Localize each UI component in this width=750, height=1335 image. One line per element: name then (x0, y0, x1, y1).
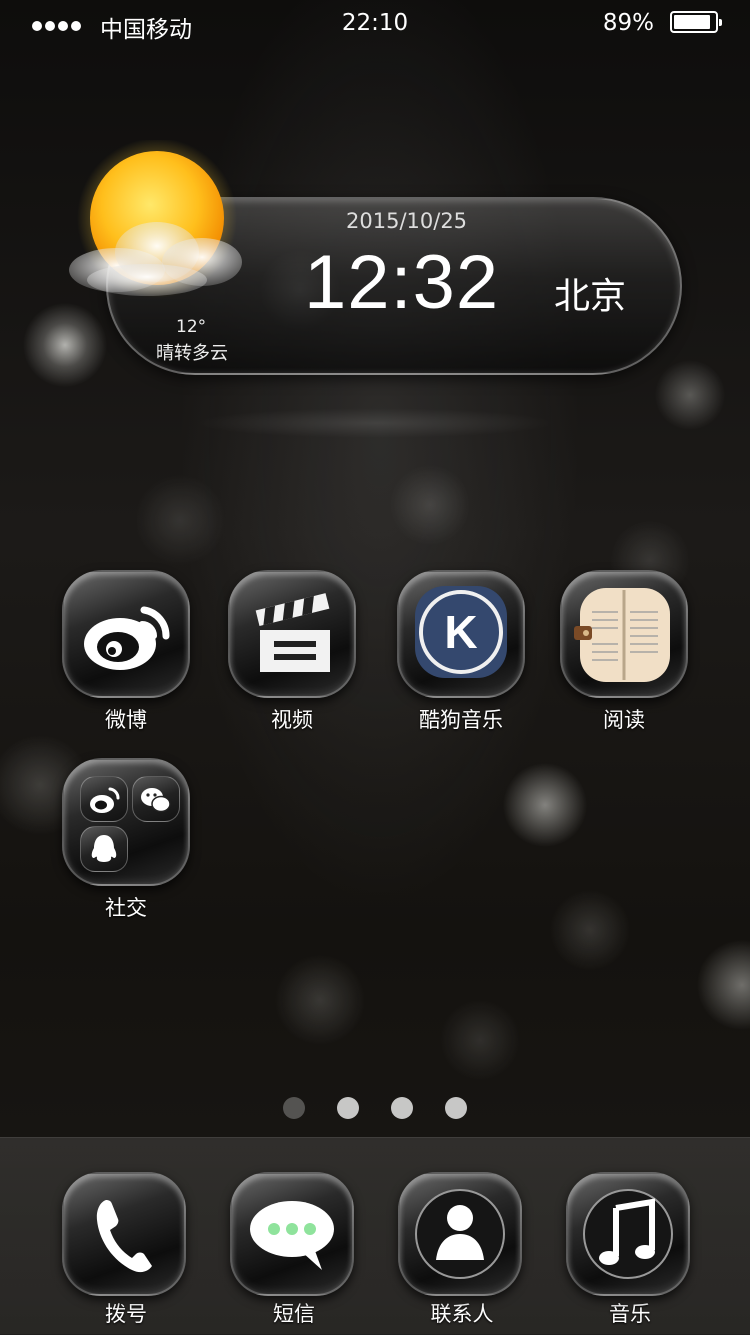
dock-app-phone[interactable]: 拨号 (62, 1172, 190, 1328)
svg-text:K: K (444, 606, 477, 658)
page-dot-4[interactable] (445, 1097, 467, 1119)
sun-cloud-icon (69, 140, 242, 298)
widget-temperature: 12° (176, 317, 207, 337)
weibo-icon (80, 776, 128, 822)
dock: 拨号 短信 联系人 音乐 (0, 1137, 750, 1335)
widget-condition: 晴转多云 (156, 343, 228, 364)
widget-time: 12:32 (304, 240, 500, 325)
weibo-icon[interactable] (62, 570, 190, 698)
page-dot-3[interactable] (391, 1097, 413, 1119)
wechat-icon (132, 776, 180, 822)
contacts-icon[interactable] (398, 1172, 522, 1296)
status-bar: 中国移动 22:10 89% (0, 0, 750, 50)
widget-city: 北京 (554, 276, 627, 317)
dock-app-music[interactable]: 音乐 (566, 1172, 694, 1328)
page-indicator[interactable] (0, 1097, 750, 1119)
app-label: 微博 (105, 708, 147, 732)
app-label: 酷狗音乐 (419, 708, 503, 732)
dock-app-messages[interactable]: 短信 (230, 1172, 358, 1328)
app-reading[interactable]: 阅读 (560, 570, 688, 734)
app-weibo[interactable]: 微博 (62, 570, 190, 734)
message-icon[interactable] (230, 1172, 354, 1296)
kugou-icon[interactable]: K (397, 570, 525, 698)
dock-label: 音乐 (609, 1302, 651, 1326)
widget-shadow (195, 408, 555, 438)
book-icon[interactable] (560, 570, 688, 698)
folder-icon[interactable] (62, 758, 190, 886)
app-video[interactable]: 视频 (228, 570, 356, 734)
dock-label: 拨号 (105, 1302, 147, 1326)
phone-icon[interactable] (62, 1172, 186, 1296)
dock-label: 短信 (273, 1302, 315, 1326)
dock-app-contacts[interactable]: 联系人 (398, 1172, 526, 1328)
folder-label: 社交 (105, 896, 147, 920)
qq-icon (80, 826, 128, 872)
music-note-icon[interactable] (566, 1172, 690, 1296)
battery-percent: 89% (602, 10, 654, 36)
battery-icon (670, 11, 722, 33)
page-dot-1[interactable] (283, 1097, 305, 1119)
app-label: 视频 (271, 708, 313, 732)
folder-social[interactable]: 社交 (62, 758, 190, 922)
widget-date: 2015/10/25 (346, 209, 468, 233)
clapperboard-icon[interactable] (228, 570, 356, 698)
app-kugou[interactable]: K 酷狗音乐 (394, 570, 528, 734)
dock-label: 联系人 (430, 1302, 494, 1326)
app-label: 阅读 (603, 708, 645, 732)
page-dot-2[interactable] (337, 1097, 359, 1119)
